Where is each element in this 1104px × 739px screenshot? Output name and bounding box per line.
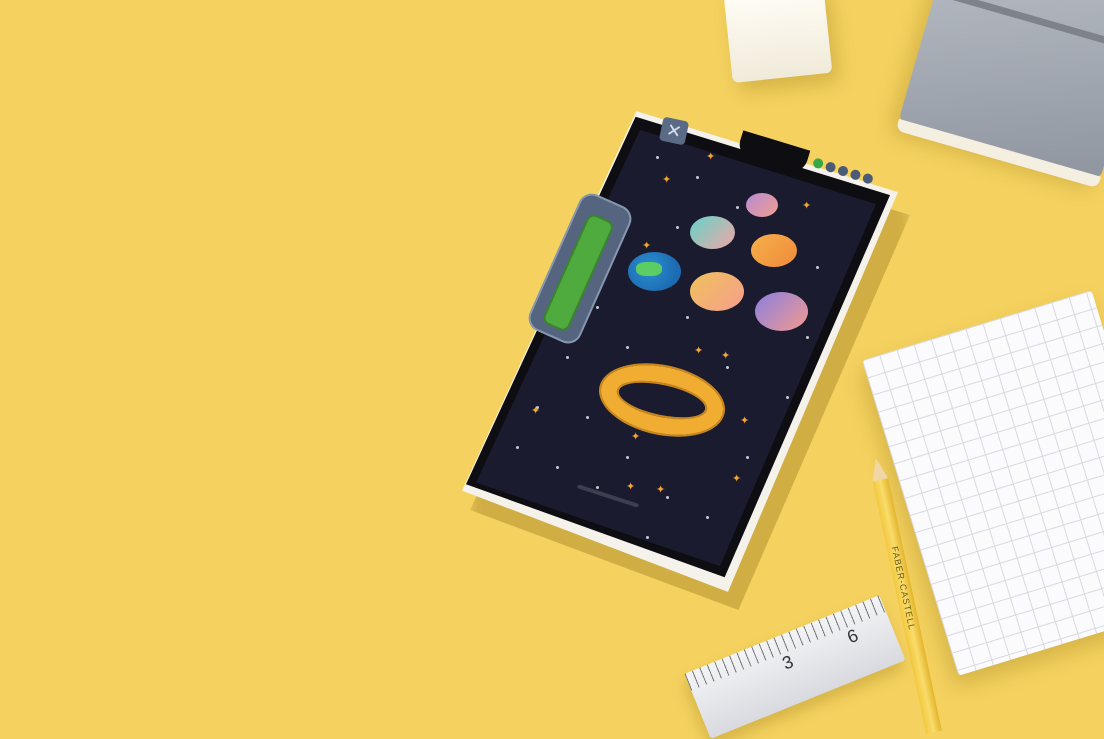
sparkle-icon: ✦: [656, 484, 666, 496]
gray-notebook: [895, 0, 1104, 189]
ruler-number-3: 3: [779, 651, 797, 674]
sparkle-icon: ✦: [740, 415, 750, 427]
sparkle-icon: ✦: [732, 473, 742, 485]
pencil-tip: [868, 456, 889, 482]
eraser: [723, 0, 833, 83]
sparkle-icon: ✦: [626, 481, 636, 493]
close-icon: ✕: [664, 119, 684, 142]
sparkle-icon: ✦: [531, 405, 541, 417]
sparkle-icon: ✦: [631, 431, 641, 443]
orange-planet[interactable]: [751, 234, 797, 267]
sparkle-icon: ✦: [662, 174, 672, 186]
graph-paper-notepad: [862, 290, 1104, 676]
ruler: 3 6: [684, 595, 906, 739]
close-button[interactable]: ✕: [658, 116, 690, 146]
gold-planet[interactable]: [690, 272, 744, 311]
teal-planet[interactable]: [690, 216, 735, 249]
sparkle-icon: ✦: [694, 345, 704, 357]
notebook-elastic-band: [934, 0, 1104, 53]
violet-planet[interactable]: [755, 292, 808, 331]
earth-planet[interactable]: [628, 252, 681, 291]
sparkle-icon: ✦: [721, 350, 731, 362]
sparkle-icon: ✦: [642, 240, 652, 252]
pink-planet[interactable]: [746, 193, 778, 217]
sparkle-icon: ✦: [802, 200, 812, 212]
pencil-label: FABER-CASTELL: [889, 545, 918, 632]
ruler-number-6: 6: [844, 625, 862, 648]
notebook-pages: [895, 118, 1101, 189]
sparkle-icon: ✦: [706, 151, 716, 163]
